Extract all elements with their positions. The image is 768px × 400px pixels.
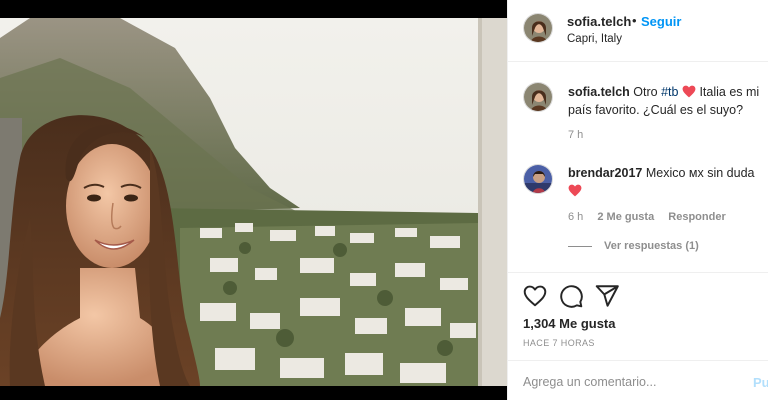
comment-meta: 6 h 2 Me gusta Responder [568,211,737,223]
caption-meta: 7 h [568,129,594,141]
photo-illustration [0,18,507,386]
comment-username[interactable]: brendar2017 [568,166,642,180]
add-comment-bar: Pu [508,360,768,400]
caption-text: sofia.telch Otro #tb Italia es mi país f… [568,83,763,119]
author-avatar[interactable] [523,13,553,43]
share-icon [595,285,619,307]
commenter-avatar[interactable] [523,164,553,194]
post-photo[interactable] [0,18,507,386]
comment-time[interactable]: 6 h [568,211,583,223]
red-heart-emoji-icon [568,184,582,197]
comment-input[interactable] [523,372,743,392]
comment-button[interactable] [558,283,584,309]
comment-body: Mexico ᴍx sin duda [642,166,755,180]
red-heart-emoji-icon [682,85,696,98]
post-comment-button[interactable]: Pu [753,375,768,390]
view-replies-button[interactable]: Ver respuestas (1) [568,240,699,252]
follow-button[interactable]: Seguir [641,14,681,29]
comment-icon [560,285,583,308]
heart-icon [523,285,547,307]
like-button[interactable] [522,283,548,309]
caption-username[interactable]: sofia.telch [568,85,630,99]
caption-author-avatar[interactable] [523,82,553,112]
post-side-panel: sofia.telch • Seguir Capri, Italy sofia.… [507,0,768,400]
author-username[interactable]: sofia.telch [567,14,631,29]
share-button[interactable] [594,283,620,309]
caption-hashtag[interactable]: #tb [661,85,678,99]
caption-time[interactable]: 7 h [568,129,583,141]
caption-text-before: Otro [629,85,662,99]
post-header: sofia.telch • Seguir Capri, Italy [508,0,768,62]
post-actions: 1,304 Me gusta HACE 7 HORAS [508,272,768,360]
post-timestamp[interactable]: HACE 7 HORAS [523,338,595,348]
view-replies-label: Ver respuestas (1) [604,240,699,252]
post-location[interactable]: Capri, Italy [567,33,622,45]
likes-count[interactable]: 1,304 Me gusta [523,316,616,331]
reply-button[interactable]: Responder [668,211,725,223]
separator-dot: • [632,13,637,28]
post-media [0,0,507,400]
comment-likes[interactable]: 2 Me gusta [597,211,654,223]
replies-divider-line [568,245,592,247]
comment-text: brendar2017 Mexico ᴍx sin duda [568,164,763,200]
